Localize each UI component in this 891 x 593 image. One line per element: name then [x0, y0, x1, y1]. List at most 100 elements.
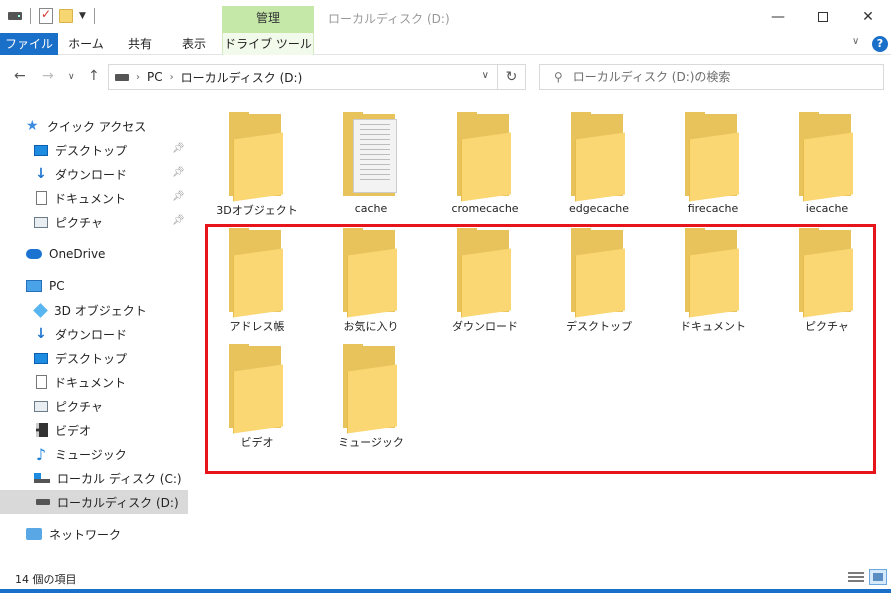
- desktop-icon: [34, 352, 48, 364]
- divider: [30, 8, 31, 24]
- sidebar-item-label: ドキュメント: [54, 375, 127, 390]
- maximize-icon: [818, 11, 828, 22]
- sidebar-item-pictures[interactable]: ピクチャ 📌︎: [0, 210, 188, 234]
- cube-3d-icon: [33, 302, 48, 318]
- forward-arrow-icon[interactable]: →: [42, 68, 54, 84]
- folder-with-documents-icon: [343, 112, 399, 198]
- windows-drive-icon: [34, 473, 50, 483]
- sidebar-item-3d-objects[interactable]: 3D オブジェクト: [0, 298, 188, 322]
- quick-access-toolbar: ▼: [8, 6, 97, 26]
- address-bar[interactable]: › PC › ローカルディスク (D:) ∨: [108, 64, 498, 90]
- folder-item[interactable]: cromecache: [430, 104, 540, 219]
- divider: [93, 8, 95, 24]
- computer-icon: [26, 280, 42, 292]
- tab-drive-tools[interactable]: ドライブ ツール: [222, 33, 314, 55]
- sidebar-item-documents[interactable]: ドキュメント 📌︎: [0, 186, 188, 210]
- back-arrow-icon[interactable]: ←: [14, 68, 26, 84]
- chevron-right-icon[interactable]: ›: [136, 72, 140, 83]
- sidebar-item-local-disk-d[interactable]: ローカルディスク (D:): [0, 490, 188, 514]
- search-input[interactable]: [572, 70, 863, 84]
- film-icon: [36, 423, 48, 437]
- new-folder-icon[interactable]: [59, 9, 73, 23]
- desktop-icon: [34, 144, 48, 156]
- context-tab-manage[interactable]: 管理: [222, 6, 314, 33]
- sidebar-item-music[interactable]: ♪ ミュージック: [0, 442, 188, 466]
- tab-share[interactable]: 共有: [114, 33, 166, 55]
- maximize-button[interactable]: [800, 0, 846, 33]
- folder-item[interactable]: firecache: [658, 104, 768, 219]
- recent-locations-icon[interactable]: ∨: [68, 72, 75, 82]
- music-note-icon: ♪: [35, 444, 47, 464]
- refresh-button[interactable]: ↻: [498, 64, 526, 90]
- sidebar-item-label: ローカル ディスク (C:): [57, 471, 182, 486]
- file-name: cromecache: [451, 202, 519, 215]
- sidebar-item-label: ドキュメント: [54, 191, 127, 206]
- close-button[interactable]: ✕: [845, 0, 891, 33]
- sidebar-item-videos[interactable]: ビデオ: [0, 418, 188, 442]
- sidebar-item-label: ピクチャ: [55, 215, 103, 230]
- sidebar-item-pc[interactable]: PC: [0, 274, 188, 298]
- download-arrow-icon: ↓: [35, 326, 47, 342]
- tab-view[interactable]: 表示: [166, 33, 222, 55]
- details-view-icon[interactable]: [848, 570, 864, 584]
- sidebar-item-onedrive[interactable]: OneDrive: [0, 242, 188, 266]
- sidebar-item-label: ネットワーク: [49, 527, 122, 542]
- file-name: edgecache: [568, 202, 630, 215]
- navigation-pane: ★ クイック アクセス デスクトップ 📌︎ ↓ ダウンロード 📌︎ ドキュメント…: [0, 104, 188, 564]
- tab-file[interactable]: ファイル: [0, 33, 58, 55]
- sidebar-item-label: ピクチャ: [55, 399, 103, 414]
- help-icon[interactable]: ?: [872, 36, 888, 52]
- sidebar-item-label: OneDrive: [49, 247, 106, 261]
- file-name: iecache: [805, 202, 849, 215]
- sidebar-item-desktop[interactable]: デスクトップ 📌︎: [0, 138, 188, 162]
- sidebar-item-pc-downloads[interactable]: ↓ ダウンロード: [0, 322, 188, 346]
- sidebar-item-pc-desktop[interactable]: デスクトップ: [0, 346, 188, 370]
- folder-item[interactable]: cache: [316, 104, 426, 219]
- sidebar-item-pc-documents[interactable]: ドキュメント: [0, 370, 188, 394]
- tab-home[interactable]: ホーム: [58, 33, 114, 55]
- folder-item[interactable]: 3Dオブジェクト: [202, 104, 312, 219]
- status-bar: 14 個の項目: [0, 567, 891, 589]
- highlight-box: [205, 224, 876, 474]
- chevron-right-icon[interactable]: ›: [170, 72, 174, 83]
- folder-item[interactable]: edgecache: [544, 104, 654, 219]
- ribbon-tabs: ファイル ホーム 共有 表示 ドライブ ツール ∨ ?: [0, 33, 891, 55]
- breadcrumb-local-disk-d[interactable]: ローカルディスク (D:): [181, 69, 303, 86]
- sidebar-item-network[interactable]: ネットワーク: [0, 522, 188, 546]
- sidebar-item-label: ダウンロード: [55, 167, 128, 182]
- sidebar-item-local-disk-c[interactable]: ローカル ディスク (C:): [0, 466, 188, 490]
- sidebar-item-downloads[interactable]: ↓ ダウンロード 📌︎: [0, 162, 188, 186]
- picture-icon: [34, 400, 48, 412]
- star-icon: ★: [26, 118, 39, 134]
- file-name: firecache: [687, 202, 739, 215]
- folder-icon: [799, 112, 855, 202]
- sidebar-item-label: デスクトップ: [55, 351, 128, 366]
- chevron-down-icon[interactable]: ∨: [852, 36, 859, 47]
- navigation-bar: ← → ∨ ↑ › PC › ローカルディスク (D:) ∨ ↻ ⚲: [0, 56, 891, 98]
- pin-icon[interactable]: 📌︎: [172, 191, 185, 202]
- title-bar: ▼ 管理 ローカルディスク (D:) — ✕: [0, 0, 891, 33]
- search-icon: ⚲: [554, 70, 563, 84]
- sidebar-item-pc-pictures[interactable]: ピクチャ: [0, 394, 188, 418]
- folder-item[interactable]: iecache: [772, 104, 882, 219]
- window-title: ローカルディスク (D:): [328, 12, 450, 26]
- drive-icon: [36, 499, 50, 505]
- address-dropdown-icon[interactable]: ∨: [482, 70, 489, 81]
- customize-dropdown-icon[interactable]: ▼: [79, 11, 86, 21]
- sidebar-item-quick-access[interactable]: ★ クイック アクセス: [0, 114, 188, 138]
- up-arrow-icon[interactable]: ↑: [88, 68, 100, 84]
- folder-icon: [571, 112, 627, 202]
- sidebar-item-label: 3D オブジェクト: [54, 303, 147, 318]
- folder-icon: [229, 112, 285, 202]
- search-box[interactable]: ⚲: [539, 64, 884, 90]
- properties-icon[interactable]: [39, 7, 53, 24]
- breadcrumb-pc[interactable]: PC: [147, 70, 163, 84]
- pin-icon[interactable]: 📌︎: [172, 143, 185, 154]
- minimize-button[interactable]: —: [755, 0, 801, 33]
- sidebar-item-label: ビデオ: [55, 423, 92, 438]
- sidebar-item-label: ローカルディスク (D:): [57, 495, 179, 510]
- pin-icon[interactable]: 📌︎: [172, 215, 185, 226]
- large-icons-view-icon[interactable]: [869, 569, 887, 585]
- sidebar-item-label: ミュージック: [55, 447, 127, 462]
- pin-icon[interactable]: 📌︎: [172, 167, 185, 178]
